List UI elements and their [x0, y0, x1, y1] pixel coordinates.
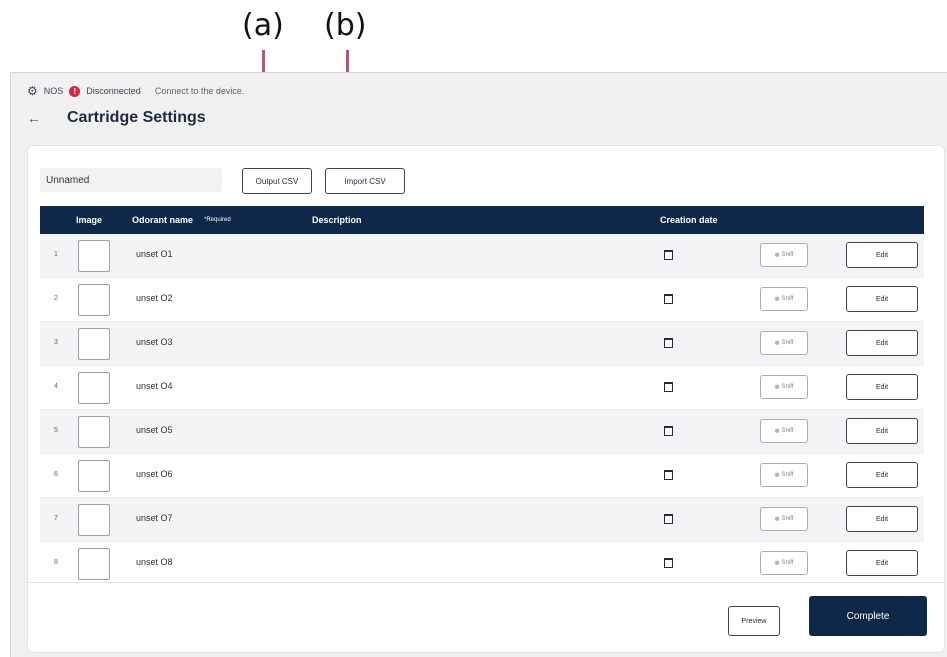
sniff-icon: ❁ [774, 472, 780, 479]
sniff-label: Sniff [781, 296, 794, 302]
edit-button[interactable]: Edit [846, 506, 918, 532]
odorant-name: unset O8 [136, 557, 173, 567]
odorant-name: unset O6 [136, 469, 173, 479]
footer-divider [28, 582, 944, 583]
sniff-label: Sniff [781, 472, 794, 478]
connection-status: Disconnected [86, 86, 141, 96]
title-bar: ← Cartridge Settings [27, 109, 206, 127]
sniff-icon: ❁ [774, 516, 780, 523]
settings-gear-icon[interactable]: ⚙ [27, 85, 38, 97]
calendar-icon[interactable] [664, 470, 673, 480]
sniff-button[interactable]: ❁ Sniff [760, 507, 808, 531]
device-name: NOS [43, 86, 64, 96]
sniff-label: Sniff [781, 340, 794, 346]
table-row: 2 unset O2 ❁ Sniff Edit [40, 278, 924, 322]
column-odorant-name: Odorant name [132, 215, 194, 225]
odorant-name: unset O3 [136, 337, 173, 347]
sniff-icon: ❁ [774, 428, 780, 435]
column-creation-date: Creation date [660, 215, 718, 225]
annotation-b-label: (b) [324, 8, 367, 43]
preview-button[interactable]: Preview [728, 606, 780, 636]
odorant-name: unset O4 [136, 381, 173, 391]
odorant-image-placeholder[interactable] [78, 460, 110, 492]
sniff-label: Sniff [781, 560, 794, 566]
annotation-a-label: (a) [242, 8, 284, 43]
row-index: 3 [54, 339, 58, 346]
edit-button[interactable]: Edit [846, 462, 918, 488]
sniff-icon: ❁ [774, 296, 780, 303]
status-bar: ⚙ NOS ! Disconnected Connect to the devi… [27, 83, 244, 99]
sniff-button[interactable]: ❁ Sniff [760, 375, 808, 399]
calendar-icon[interactable] [664, 338, 673, 348]
error-icon: ! [69, 85, 81, 97]
back-arrow-icon[interactable]: ← [27, 110, 41, 126]
row-index: 1 [54, 251, 58, 258]
sniff-label: Sniff [781, 428, 794, 434]
calendar-icon[interactable] [664, 558, 673, 568]
required-note: *Required [204, 217, 231, 223]
odorant-image-placeholder[interactable] [78, 416, 110, 448]
output-csv-button[interactable]: Output CSV [242, 168, 312, 194]
table-row: 3 unset O3 ❁ Sniff Edit [40, 322, 924, 366]
sniff-icon: ❁ [774, 560, 780, 567]
row-index: 6 [54, 471, 58, 478]
odorant-image-placeholder[interactable] [78, 284, 110, 316]
table-row: 7 unset O7 ❁ Sniff Edit [40, 498, 924, 542]
odorant-table-body: 1 unset O1 ❁ Sniff Edit 2 unset O2 ❁ Sniff Edit 3 u… [40, 234, 924, 580]
odorant-image-placeholder[interactable] [78, 504, 110, 536]
sniff-button[interactable]: ❁ Sniff [760, 551, 808, 575]
sniff-icon: ❁ [774, 252, 780, 259]
odorant-image-placeholder[interactable] [78, 328, 110, 360]
edit-button[interactable]: Edit [846, 418, 918, 444]
import-csv-button[interactable]: Import CSV [325, 168, 405, 194]
cartridge-name-input[interactable] [40, 168, 222, 192]
odorant-name: unset O1 [136, 249, 173, 259]
odorant-name: unset O7 [136, 513, 173, 523]
edit-button[interactable]: Edit [846, 242, 918, 268]
sniff-icon: ❁ [774, 340, 780, 347]
odorant-name: unset O2 [136, 293, 173, 303]
row-index: 5 [54, 427, 58, 434]
table-row: 6 unset O6 ❁ Sniff Edit [40, 454, 924, 498]
sniff-icon: ❁ [774, 384, 780, 391]
table-row: 5 unset O5 ❁ Sniff Edit [40, 410, 924, 454]
sniff-button[interactable]: ❁ Sniff [760, 287, 808, 311]
page-title: Cartridge Settings [67, 109, 206, 126]
column-description: Description [312, 215, 362, 225]
sniff-label: Sniff [781, 384, 794, 390]
odorant-image-placeholder[interactable] [78, 548, 110, 580]
app-window: ⚙ NOS ! Disconnected Connect to the devi… [10, 72, 947, 657]
sniff-button[interactable]: ❁ Sniff [760, 243, 808, 267]
odorant-name: unset O5 [136, 425, 173, 435]
table-row: 1 unset O1 ❁ Sniff Edit [40, 234, 924, 278]
calendar-icon[interactable] [664, 426, 673, 436]
sniff-label: Sniff [781, 252, 794, 258]
complete-button[interactable]: Complete [809, 596, 927, 636]
calendar-icon[interactable] [664, 514, 673, 524]
sniff-button[interactable]: ❁ Sniff [760, 463, 808, 487]
table-row: 4 unset O4 ❁ Sniff Edit [40, 366, 924, 410]
column-image: Image [76, 215, 103, 225]
edit-button[interactable]: Edit [846, 330, 918, 356]
sniff-button[interactable]: ❁ Sniff [760, 419, 808, 443]
edit-button[interactable]: Edit [846, 374, 918, 400]
table-header: Image Odorant name *Required Description… [40, 206, 924, 234]
odorant-image-placeholder[interactable] [78, 372, 110, 404]
row-index: 2 [54, 295, 58, 302]
settings-card: Output CSV Import CSV Image Odorant name… [27, 145, 945, 653]
sniff-label: Sniff [781, 516, 794, 522]
row-index: 8 [54, 559, 58, 566]
edit-button[interactable]: Edit [846, 286, 918, 312]
calendar-icon[interactable] [664, 382, 673, 392]
calendar-icon[interactable] [664, 294, 673, 304]
calendar-icon[interactable] [664, 250, 673, 260]
odorant-image-placeholder[interactable] [78, 240, 110, 272]
edit-button[interactable]: Edit [846, 550, 918, 576]
connect-message[interactable]: Connect to the device. [155, 86, 245, 96]
row-index: 7 [54, 515, 58, 522]
row-index: 4 [54, 383, 58, 390]
sniff-button[interactable]: ❁ Sniff [760, 331, 808, 355]
table-row: 8 unset O8 ❁ Sniff Edit [40, 542, 924, 580]
